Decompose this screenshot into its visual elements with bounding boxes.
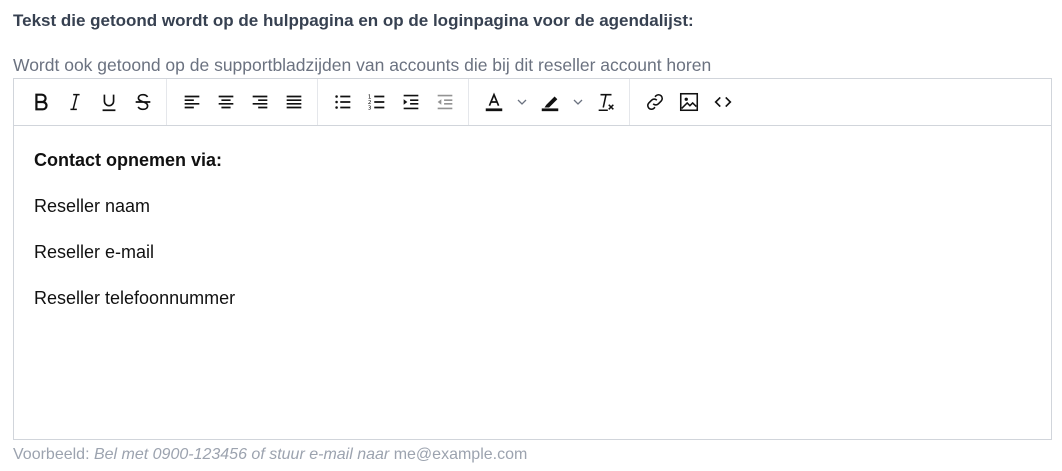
code-icon bbox=[714, 96, 732, 108]
align-justify-icon bbox=[286, 95, 302, 109]
align-center-button[interactable] bbox=[209, 85, 243, 119]
link-button[interactable] bbox=[638, 85, 672, 119]
editor-toolbar: 123 bbox=[14, 79, 1051, 126]
align-left-button[interactable] bbox=[175, 85, 209, 119]
image-button[interactable] bbox=[672, 85, 706, 119]
text-color-dropdown[interactable] bbox=[511, 85, 533, 119]
bullet-list-button[interactable] bbox=[326, 85, 360, 119]
code-button[interactable] bbox=[706, 85, 740, 119]
field-hint: Wordt ook getoond op de supportbladzijde… bbox=[13, 55, 712, 75]
field-label: Tekst die getoond wordt op de hulppagina… bbox=[13, 11, 694, 30]
indent-icon bbox=[403, 94, 419, 110]
link-icon bbox=[647, 94, 663, 110]
example-hint: Voorbeeld: Bel met 0900-123456 of stuur … bbox=[13, 446, 527, 464]
chevron-down-icon bbox=[517, 99, 527, 105]
content-line: Reseller telefoonnummer bbox=[34, 288, 236, 308]
content-line: Reseller e-mail bbox=[34, 242, 155, 262]
svg-text:3: 3 bbox=[368, 105, 372, 111]
highlight-color-button[interactable] bbox=[533, 85, 567, 119]
content-line: Reseller naam bbox=[34, 196, 151, 216]
example-text: Bel met 0900-123456 of stuur e-mail naar bbox=[93, 446, 390, 463]
strikethrough-icon bbox=[135, 93, 151, 111]
outdent-button[interactable] bbox=[428, 85, 462, 119]
toolbar-group-align bbox=[166, 79, 317, 125]
align-left-icon bbox=[184, 95, 200, 109]
underline-icon bbox=[102, 94, 116, 112]
example-prefix: Voorbeeld: bbox=[13, 446, 90, 463]
bold-icon bbox=[35, 93, 48, 111]
strikethrough-button[interactable] bbox=[126, 85, 160, 119]
align-right-button[interactable] bbox=[243, 85, 277, 119]
outdent-icon bbox=[437, 94, 453, 110]
italic-button[interactable] bbox=[58, 85, 92, 119]
bullet-list-icon bbox=[335, 95, 351, 109]
content-heading: Contact opnemen via: bbox=[34, 150, 223, 170]
align-right-icon bbox=[252, 95, 268, 109]
rich-text-editor: 123 Contact opnemen via: Reseller naam R… bbox=[13, 78, 1052, 440]
indent-button[interactable] bbox=[394, 85, 428, 119]
numbered-list-button[interactable]: 123 bbox=[360, 85, 394, 119]
highlight-color-dropdown[interactable] bbox=[567, 85, 589, 119]
text-color-button[interactable] bbox=[477, 85, 511, 119]
align-center-icon bbox=[218, 95, 234, 109]
toolbar-group-insert bbox=[629, 79, 746, 125]
toolbar-group-list: 123 bbox=[317, 79, 468, 125]
align-justify-button[interactable] bbox=[277, 85, 311, 119]
editor-content[interactable]: Contact opnemen via: Reseller naam Resel… bbox=[14, 126, 1051, 309]
toolbar-group-color bbox=[468, 79, 629, 125]
image-icon bbox=[679, 92, 699, 112]
numbered-list-icon: 123 bbox=[368, 94, 385, 111]
clear-format-button[interactable] bbox=[589, 85, 623, 119]
text-color-icon bbox=[485, 92, 503, 112]
chevron-down-icon bbox=[573, 99, 583, 105]
bold-button[interactable] bbox=[24, 85, 58, 119]
clear-format-icon bbox=[598, 93, 614, 112]
underline-button[interactable] bbox=[92, 85, 126, 119]
highlight-color-icon bbox=[541, 96, 559, 112]
example-email: me@example.com bbox=[393, 446, 528, 463]
italic-icon bbox=[70, 93, 80, 111]
toolbar-group-format bbox=[24, 79, 166, 125]
